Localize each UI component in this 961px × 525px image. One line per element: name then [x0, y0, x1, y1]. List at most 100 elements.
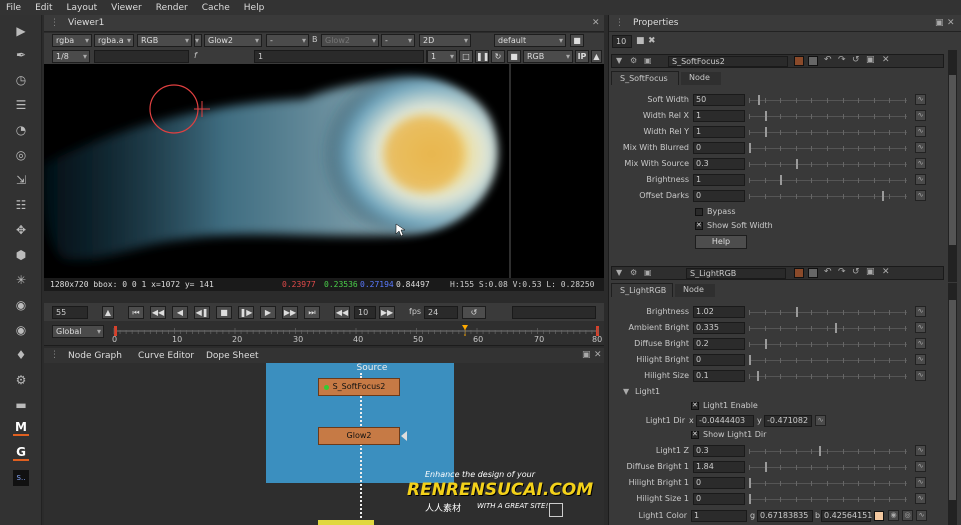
param-slider[interactable]	[749, 126, 907, 138]
animation-icon[interactable]: ∿	[915, 306, 926, 317]
color-wheel-icon[interactable]: ◎	[902, 510, 913, 521]
view-dropdown[interactable]: 2D	[419, 34, 471, 47]
slider-knob[interactable]	[749, 478, 751, 488]
tile-color-swatch[interactable]	[808, 56, 818, 66]
param-slider[interactable]	[749, 445, 907, 457]
lut-dropdown[interactable]: default	[494, 34, 566, 47]
collapse-icon[interactable]: ▼	[616, 268, 622, 277]
param-value-field[interactable]: 0	[693, 354, 745, 366]
other-icon[interactable]: ▬	[13, 397, 29, 413]
deep-icon[interactable]: ◉	[13, 297, 29, 313]
proxy-frame-dropdown[interactable]: 1	[427, 50, 457, 63]
viewer-settings-icon[interactable]: ■	[570, 34, 584, 47]
frame-field[interactable]: 55	[52, 306, 88, 319]
channel-icon[interactable]: ☰	[13, 97, 29, 113]
menu-render[interactable]: Render	[156, 3, 188, 13]
param-slider[interactable]	[749, 110, 907, 122]
gain-field[interactable]	[94, 50, 189, 63]
ws-icon[interactable]: ▣	[644, 268, 652, 277]
param-slider[interactable]	[749, 354, 907, 366]
slider-knob[interactable]	[749, 143, 751, 153]
param-slider[interactable]	[749, 338, 907, 350]
softfocus-node[interactable]: S_SoftFocus2	[318, 378, 400, 396]
refresh-icon[interactable]: ↻	[491, 50, 505, 63]
slider-knob[interactable]	[881, 191, 884, 201]
color-picker-icon[interactable]: ◉	[888, 510, 899, 521]
param-value-field[interactable]: 0.3	[693, 445, 745, 457]
redo-icon[interactable]: ↷	[838, 267, 846, 277]
last-frame-icon[interactable]: ⏭	[304, 306, 320, 319]
animation-icon[interactable]: ∿	[915, 477, 926, 488]
slider-knob[interactable]	[749, 355, 751, 365]
stop-button-icon[interactable]: ■	[216, 306, 232, 319]
animation-icon[interactable]: ∿	[915, 126, 926, 137]
roi-icon[interactable]: □	[459, 50, 473, 63]
range-mode-dropdown[interactable]: Global	[52, 325, 104, 338]
a-input-toggle[interactable]	[194, 34, 202, 47]
param-value-field[interactable]: 1.84	[693, 461, 745, 473]
viewer-canvas[interactable]	[44, 64, 604, 278]
collapse-icon[interactable]: ▼	[616, 56, 622, 65]
lock-panels-icon[interactable]: ■	[636, 36, 645, 46]
tab-node-graph[interactable]: Node Graph	[68, 351, 122, 361]
color-icon[interactable]: ◔	[13, 122, 29, 138]
animation-icon[interactable]: ∿	[915, 142, 926, 153]
node-color-swatch[interactable]	[794, 56, 804, 66]
light1-color-b-field[interactable]: 0.42564151	[821, 510, 872, 522]
particles-icon[interactable]: ✳	[13, 272, 29, 288]
pause-icon[interactable]: ❚❚	[475, 50, 489, 63]
param-slider[interactable]	[749, 322, 907, 334]
close-panel-icon[interactable]: ✕	[882, 267, 890, 277]
param-slider[interactable]	[749, 493, 907, 505]
prev-keyframe-icon[interactable]: ◀◀	[150, 306, 166, 319]
section-collapse-icon[interactable]: ▼	[623, 387, 629, 396]
param-value-field[interactable]: 1	[693, 174, 745, 186]
ws-icon[interactable]: ▣	[644, 56, 652, 65]
param-value-field[interactable]: 1	[693, 110, 745, 122]
animation-icon[interactable]: ∿	[915, 445, 926, 456]
scrollbar-thumb[interactable]	[949, 75, 956, 245]
animation-icon[interactable]: ∿	[915, 94, 926, 105]
step-back-icon[interactable]: ◀❚	[194, 306, 210, 319]
show-soft-width-checkbox[interactable]	[695, 221, 703, 230]
viewer-node[interactable]	[318, 520, 374, 525]
slider-knob[interactable]	[764, 339, 767, 349]
node-name-field[interactable]: S_SoftFocus2	[668, 56, 788, 67]
light1-color-g-field[interactable]: 0.67183835	[757, 510, 813, 522]
animation-icon[interactable]: ∿	[915, 338, 926, 349]
lock-icon[interactable]: ▲	[591, 50, 602, 63]
node-settings-icon[interactable]: ⚙	[630, 268, 637, 277]
param-slider[interactable]	[749, 477, 907, 489]
lock-range-icon[interactable]: ▲	[102, 306, 114, 319]
fps-field[interactable]: 24	[424, 306, 458, 319]
animation-icon[interactable]: ∿	[915, 158, 926, 169]
pointer-icon[interactable]: ▶	[13, 23, 29, 39]
compare-dropdown[interactable]: -	[381, 34, 415, 47]
param-value-field[interactable]: 0	[693, 190, 745, 202]
logo-icon[interactable]: S..	[13, 470, 29, 486]
slider-knob[interactable]	[764, 462, 767, 472]
light1-dir-y-field[interactable]: -0.471082	[764, 415, 812, 427]
animation-icon[interactable]: ∿	[915, 322, 926, 333]
animation-icon[interactable]: ∿	[915, 493, 926, 504]
filter-icon[interactable]: ◎	[13, 147, 29, 163]
merge-icon[interactable]: ☷	[13, 197, 29, 213]
param-slider[interactable]	[749, 174, 907, 186]
first-frame-icon[interactable]: ⏮	[128, 306, 144, 319]
animation-icon[interactable]: ∿	[915, 461, 926, 472]
param-slider[interactable]	[749, 461, 907, 473]
param-value-field[interactable]: 0.2	[693, 338, 745, 350]
menu-file[interactable]: File	[6, 3, 21, 13]
light1-enable-checkbox[interactable]	[691, 401, 699, 410]
clear-panels-icon[interactable]: ✖	[648, 36, 656, 46]
help-button[interactable]: Help	[695, 235, 747, 249]
3d-icon[interactable]: ⬢	[13, 247, 29, 263]
input-a-dropdown[interactable]: Glow2	[204, 34, 262, 47]
menu-viewer[interactable]: Viewer	[111, 3, 142, 13]
colorspace-dropdown[interactable]: RGB	[137, 34, 192, 47]
gamma-field[interactable]: 1	[254, 50, 424, 63]
tab-dots-icon[interactable]: ⋮	[50, 350, 59, 360]
glow-node[interactable]: Glow2	[318, 427, 400, 445]
tab-dots-icon[interactable]: ⋮	[615, 18, 624, 28]
node-name-field[interactable]: S_LightRGB	[686, 268, 786, 279]
